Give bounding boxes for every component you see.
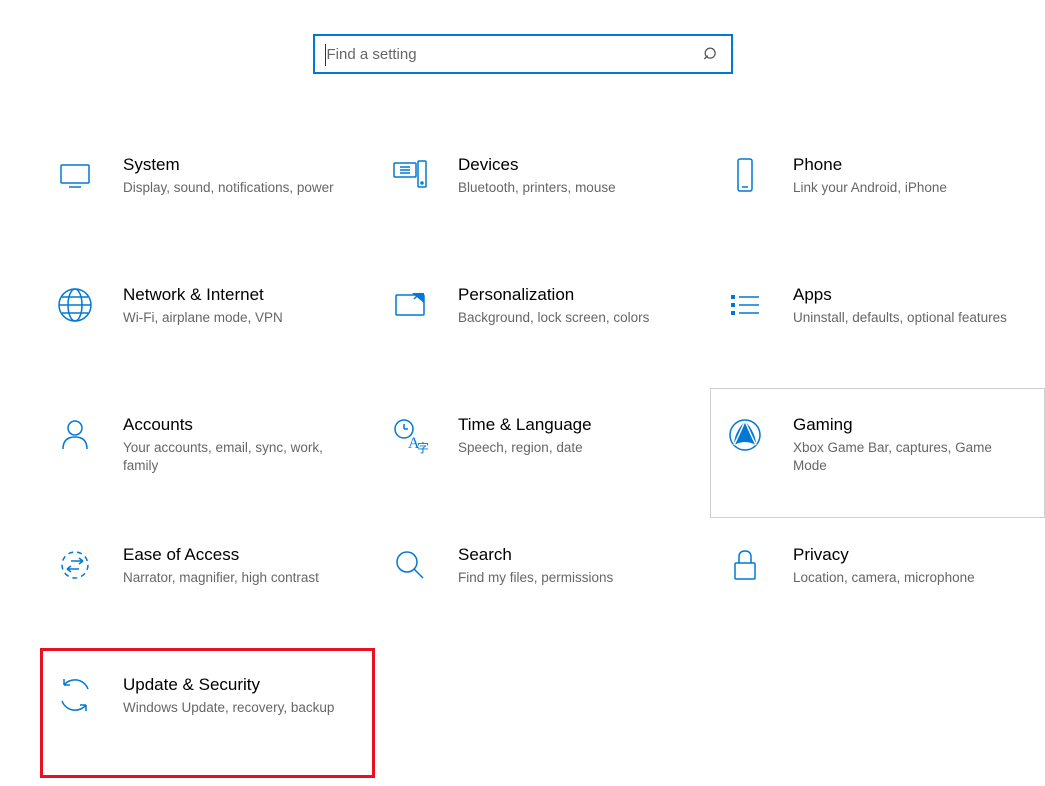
update-security-icon [55, 675, 95, 715]
devices-icon [390, 155, 430, 195]
tile-desc: Location, camera, microphone [793, 569, 975, 587]
tile-desc: Xbox Game Bar, captures, Game Mode [793, 439, 1023, 475]
tile-time-language[interactable]: Time & Language Speech, region, date [375, 388, 710, 518]
tile-title: Ease of Access [123, 545, 319, 565]
tile-desc: Narrator, magnifier, high contrast [123, 569, 319, 587]
ease-of-access-icon [55, 545, 95, 585]
tile-update-security[interactable]: Update & Security Windows Update, recover… [40, 648, 375, 778]
tile-desc: Find my files, permissions [458, 569, 613, 587]
privacy-icon [725, 545, 765, 585]
tile-title: Network & Internet [123, 285, 283, 305]
tile-desc: Your accounts, email, sync, work, family [123, 439, 353, 475]
tile-desc: Bluetooth, printers, mouse [458, 179, 616, 197]
tile-title: Devices [458, 155, 616, 175]
tile-network[interactable]: Network & Internet Wi-Fi, airplane mode, … [40, 258, 375, 388]
tile-ease-of-access[interactable]: Ease of Access Narrator, magnifier, high … [40, 518, 375, 648]
tile-desc: Windows Update, recovery, backup [123, 699, 334, 717]
tile-desc: Background, lock screen, colors [458, 309, 649, 327]
tile-title: Phone [793, 155, 947, 175]
phone-icon [725, 155, 765, 195]
tile-devices[interactable]: Devices Bluetooth, printers, mouse [375, 128, 710, 258]
search-input[interactable] [325, 45, 701, 64]
search-icon[interactable] [701, 44, 721, 64]
tile-title: Apps [793, 285, 1007, 305]
tile-title: Personalization [458, 285, 649, 305]
tile-accounts[interactable]: Accounts Your accounts, email, sync, work… [40, 388, 375, 518]
tile-title: Accounts [123, 415, 353, 435]
system-icon [55, 155, 95, 195]
tile-desc: Speech, region, date [458, 439, 592, 457]
tile-gaming[interactable]: Gaming Xbox Game Bar, captures, Game Mode [710, 388, 1045, 518]
tile-title: Update & Security [123, 675, 334, 695]
search-icon [390, 545, 430, 585]
tile-search[interactable]: Search Find my files, permissions [375, 518, 710, 648]
tile-title: System [123, 155, 334, 175]
text-cursor [325, 44, 326, 66]
tile-phone[interactable]: Phone Link your Android, iPhone [710, 128, 1045, 258]
tile-title: Gaming [793, 415, 1023, 435]
tile-desc: Wi-Fi, airplane mode, VPN [123, 309, 283, 327]
gaming-icon [725, 415, 765, 455]
tile-title: Privacy [793, 545, 975, 565]
tile-personalization[interactable]: Personalization Background, lock screen, … [375, 258, 710, 388]
accounts-icon [55, 415, 95, 455]
tile-title: Time & Language [458, 415, 592, 435]
tile-apps[interactable]: Apps Uninstall, defaults, optional featur… [710, 258, 1045, 388]
tile-desc: Display, sound, notifications, power [123, 179, 334, 197]
apps-icon [725, 285, 765, 325]
time-language-icon [390, 415, 430, 455]
network-icon [55, 285, 95, 325]
tile-title: Search [458, 545, 613, 565]
tile-system[interactable]: System Display, sound, notifications, pow… [40, 128, 375, 258]
search-box[interactable] [313, 34, 733, 74]
tile-desc: Uninstall, defaults, optional features [793, 309, 1007, 327]
personalization-icon [390, 285, 430, 325]
tile-desc: Link your Android, iPhone [793, 179, 947, 197]
tile-privacy[interactable]: Privacy Location, camera, microphone [710, 518, 1045, 648]
